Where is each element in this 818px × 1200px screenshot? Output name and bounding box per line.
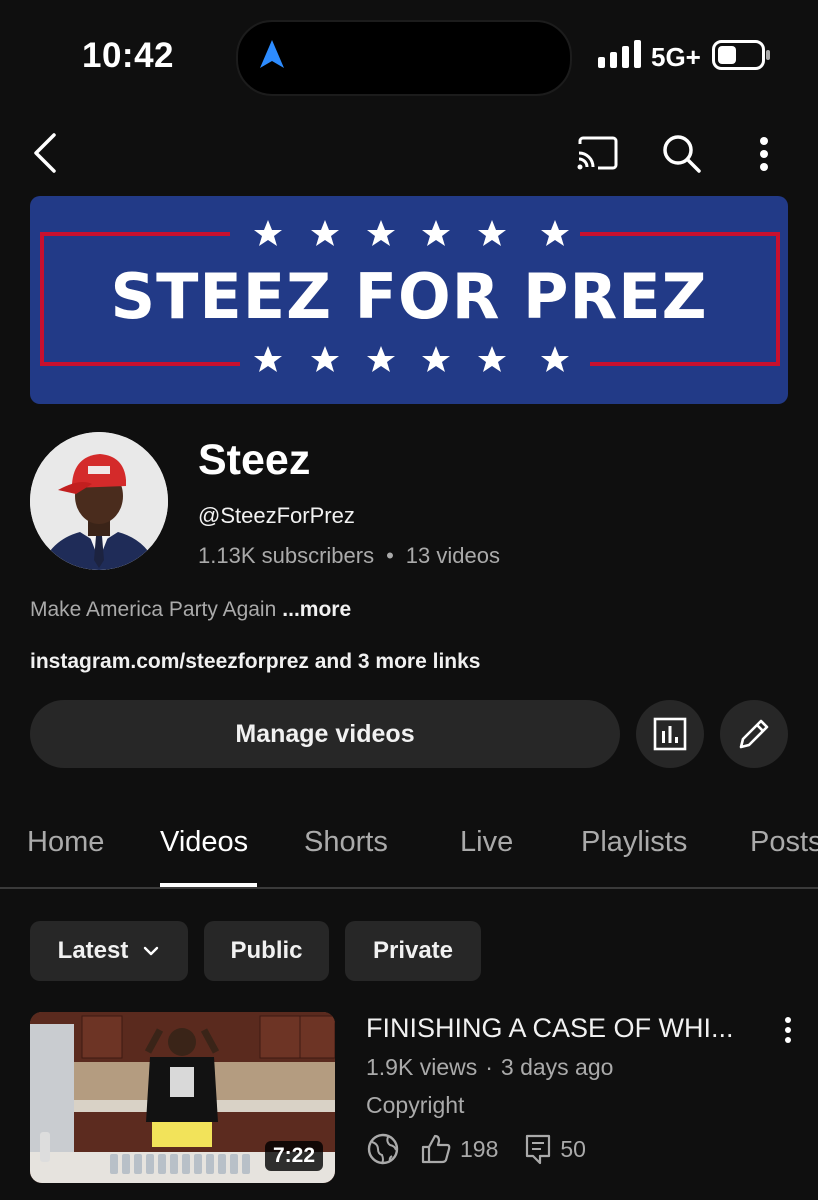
comment-icon (526, 1134, 551, 1165)
tab-playlists[interactable]: Playlists (581, 826, 687, 859)
description-text: Make America Party Again (30, 598, 277, 621)
video-count: 13 videos (405, 543, 500, 568)
banner-title: STEEZ FOR PREZ (110, 260, 708, 333)
video-status[interactable]: Copyright (366, 1092, 464, 1119)
video-views: 1.9K views (366, 1054, 478, 1080)
video-thumbnail[interactable]: 7:22 (30, 1012, 335, 1183)
signal-icon (598, 40, 642, 73)
analytics-icon (653, 717, 687, 751)
globe-icon (367, 1133, 399, 1165)
chevron-down-icon (144, 946, 159, 956)
tab-home[interactable]: Home (27, 826, 104, 859)
video-meta: 1.9K views · 3 days ago (366, 1054, 613, 1081)
like-count: 198 (460, 1135, 499, 1162)
search-icon[interactable] (662, 134, 702, 174)
location-arrow-icon (258, 38, 286, 75)
channel-description[interactable]: Make America Party Again ...more (30, 598, 351, 622)
video-duration: 7:22 (264, 1141, 323, 1171)
tab-shorts[interactable]: Shorts (304, 826, 388, 859)
channel-stats: 1.13K subscribers • 13 videos (198, 543, 500, 569)
sort-label: Latest (57, 937, 129, 964)
video-stats: 198 50 (366, 1132, 586, 1166)
more-vert-icon[interactable] (752, 136, 776, 172)
channel-handle: @SteezForPrez (198, 503, 355, 528)
more-link[interactable]: ...more (282, 598, 351, 621)
tab-videos[interactable]: Videos (160, 826, 248, 859)
battery-icon (712, 40, 772, 75)
network-label: 5G+ (651, 42, 701, 72)
channel-links[interactable]: instagram.com/steezforprez and 3 more li… (30, 650, 480, 674)
back-icon[interactable] (30, 132, 60, 174)
pencil-icon (739, 719, 769, 749)
filter-public-chip[interactable]: Public (204, 921, 329, 981)
cast-icon[interactable] (576, 136, 618, 170)
channel-avatar[interactable] (30, 432, 168, 570)
tabs-divider (0, 887, 818, 889)
comments: 50 (524, 1133, 586, 1165)
video-title[interactable]: FINISHING A CASE OF WHI... (366, 1013, 734, 1044)
visibility-public[interactable] (366, 1132, 400, 1166)
video-more-icon[interactable] (780, 1016, 796, 1049)
analytics-button[interactable] (636, 700, 704, 768)
status-time: 10:42 (82, 36, 175, 75)
stats-separator: • (386, 543, 394, 568)
edit-button[interactable] (720, 700, 788, 768)
thumbs-up-icon (421, 1134, 451, 1164)
likes: 198 (420, 1133, 498, 1165)
filter-private-chip[interactable]: Private (345, 921, 481, 981)
manage-videos-button[interactable]: Manage videos (30, 700, 620, 768)
sort-latest-chip[interactable]: Latest (30, 921, 188, 981)
tab-posts[interactable]: Posts (750, 826, 818, 859)
video-age: 3 days ago (500, 1054, 614, 1080)
tab-posts-clip: Posts (750, 826, 818, 866)
tab-live[interactable]: Live (460, 826, 513, 859)
channel-name: Steez (198, 436, 311, 484)
dynamic-island (236, 20, 572, 96)
comment-count: 50 (560, 1135, 586, 1162)
subscriber-count: 1.13K subscribers (198, 543, 375, 568)
meta-separator: · (485, 1054, 493, 1080)
